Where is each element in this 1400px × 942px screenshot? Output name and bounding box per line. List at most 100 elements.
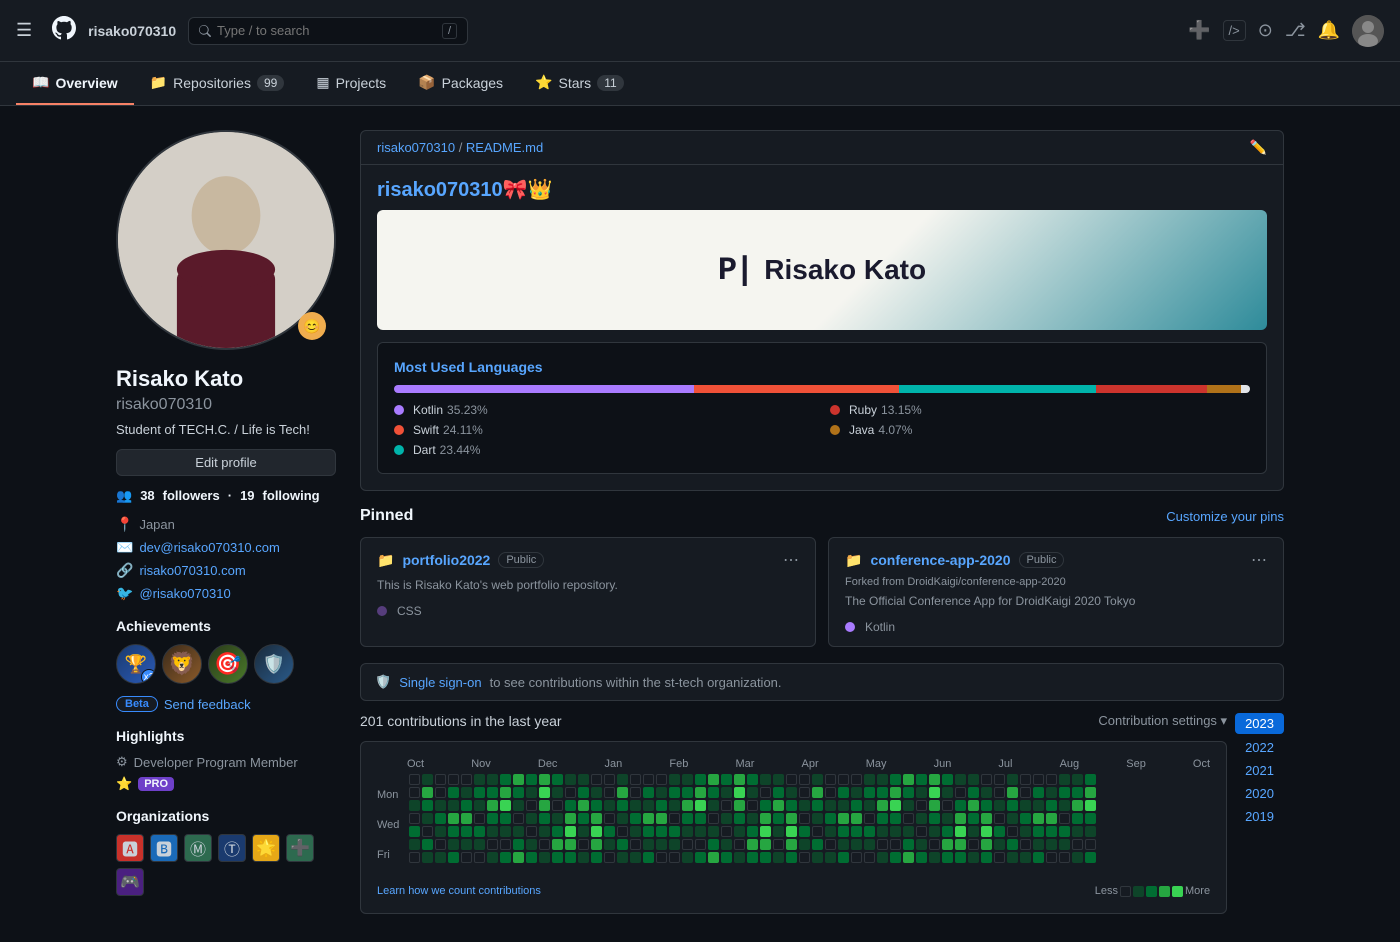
cell-18-2[interactable] bbox=[643, 800, 654, 811]
cell-36-6[interactable] bbox=[877, 852, 888, 863]
cell-31-5[interactable] bbox=[812, 839, 823, 850]
tab-packages[interactable]: 📦 Packages bbox=[402, 62, 519, 105]
cell-16-5[interactable] bbox=[617, 839, 628, 850]
cell-46-3[interactable] bbox=[1007, 813, 1018, 824]
cell-37-2[interactable] bbox=[890, 800, 901, 811]
cell-5-4[interactable] bbox=[474, 826, 485, 837]
org-3[interactable]: Ⓣ bbox=[218, 834, 246, 862]
cell-40-5[interactable] bbox=[929, 839, 940, 850]
cell-3-3[interactable] bbox=[448, 813, 459, 824]
cell-8-1[interactable] bbox=[513, 787, 524, 798]
cell-45-4[interactable] bbox=[994, 826, 1005, 837]
cell-8-2[interactable] bbox=[513, 800, 524, 811]
cell-23-1[interactable] bbox=[708, 787, 719, 798]
cell-33-4[interactable] bbox=[838, 826, 849, 837]
cell-22-0[interactable] bbox=[695, 774, 706, 785]
cell-35-4[interactable] bbox=[864, 826, 875, 837]
cell-52-2[interactable] bbox=[1085, 800, 1096, 811]
issue-icon[interactable]: ⊙ bbox=[1258, 20, 1273, 41]
cell-6-6[interactable] bbox=[487, 852, 498, 863]
cell-24-4[interactable] bbox=[721, 826, 732, 837]
cell-1-4[interactable] bbox=[422, 826, 433, 837]
cell-50-2[interactable] bbox=[1059, 800, 1070, 811]
cell-42-4[interactable] bbox=[955, 826, 966, 837]
cell-2-1[interactable] bbox=[435, 787, 446, 798]
cell-18-6[interactable] bbox=[643, 852, 654, 863]
cell-0-6[interactable] bbox=[409, 852, 420, 863]
cell-49-1[interactable] bbox=[1046, 787, 1057, 798]
cell-19-6[interactable] bbox=[656, 852, 667, 863]
cell-12-5[interactable] bbox=[565, 839, 576, 850]
cell-46-2[interactable] bbox=[1007, 800, 1018, 811]
learn-link[interactable]: Learn how we count contributions bbox=[377, 885, 541, 897]
cell-42-1[interactable] bbox=[955, 787, 966, 798]
cell-51-4[interactable] bbox=[1072, 826, 1083, 837]
cell-10-3[interactable] bbox=[539, 813, 550, 824]
cell-16-2[interactable] bbox=[617, 800, 628, 811]
cell-37-5[interactable] bbox=[890, 839, 901, 850]
cell-14-6[interactable] bbox=[591, 852, 602, 863]
cell-43-2[interactable] bbox=[968, 800, 979, 811]
cell-34-0[interactable] bbox=[851, 774, 862, 785]
cell-25-5[interactable] bbox=[734, 839, 745, 850]
cell-38-4[interactable] bbox=[903, 826, 914, 837]
cell-12-6[interactable] bbox=[565, 852, 576, 863]
cell-10-6[interactable] bbox=[539, 852, 550, 863]
cell-2-0[interactable] bbox=[435, 774, 446, 785]
cell-24-2[interactable] bbox=[721, 800, 732, 811]
cell-4-2[interactable] bbox=[461, 800, 472, 811]
website-text[interactable]: risako070310.com bbox=[139, 563, 245, 578]
cell-1-6[interactable] bbox=[422, 852, 433, 863]
cell-16-0[interactable] bbox=[617, 774, 628, 785]
cell-1-5[interactable] bbox=[422, 839, 433, 850]
cell-29-6[interactable] bbox=[786, 852, 797, 863]
cell-4-1[interactable] bbox=[461, 787, 472, 798]
cell-18-5[interactable] bbox=[643, 839, 654, 850]
cell-2-6[interactable] bbox=[435, 852, 446, 863]
cell-39-4[interactable] bbox=[916, 826, 927, 837]
readme-edit-icon[interactable]: ✏️ bbox=[1250, 139, 1267, 156]
hamburger-icon[interactable]: ☰ bbox=[16, 20, 32, 41]
cell-34-1[interactable] bbox=[851, 787, 862, 798]
cell-0-2[interactable] bbox=[409, 800, 420, 811]
cell-28-4[interactable] bbox=[773, 826, 784, 837]
achievement-1[interactable]: 🦁 bbox=[162, 644, 202, 684]
cell-13-6[interactable] bbox=[578, 852, 589, 863]
cell-26-5[interactable] bbox=[747, 839, 758, 850]
cell-38-5[interactable] bbox=[903, 839, 914, 850]
cell-50-6[interactable] bbox=[1059, 852, 1070, 863]
year-2019[interactable]: 2019 bbox=[1235, 807, 1284, 826]
cell-35-5[interactable] bbox=[864, 839, 875, 850]
cell-1-1[interactable] bbox=[422, 787, 433, 798]
cell-50-4[interactable] bbox=[1059, 826, 1070, 837]
cell-17-4[interactable] bbox=[630, 826, 641, 837]
cell-12-2[interactable] bbox=[565, 800, 576, 811]
cell-16-4[interactable] bbox=[617, 826, 628, 837]
cell-38-6[interactable] bbox=[903, 852, 914, 863]
cell-28-0[interactable] bbox=[773, 774, 784, 785]
org-4[interactable]: 🌟 bbox=[252, 834, 280, 862]
cell-12-3[interactable] bbox=[565, 813, 576, 824]
cell-39-5[interactable] bbox=[916, 839, 927, 850]
cell-24-6[interactable] bbox=[721, 852, 732, 863]
cell-18-1[interactable] bbox=[643, 787, 654, 798]
cell-4-6[interactable] bbox=[461, 852, 472, 863]
cell-45-0[interactable] bbox=[994, 774, 1005, 785]
cell-20-3[interactable] bbox=[669, 813, 680, 824]
twitter-text[interactable]: @risako070310 bbox=[139, 586, 230, 601]
cell-17-1[interactable] bbox=[630, 787, 641, 798]
signon-link[interactable]: Single sign-on bbox=[399, 675, 481, 690]
cell-10-4[interactable] bbox=[539, 826, 550, 837]
following-count[interactable]: 19 bbox=[240, 488, 254, 504]
cell-3-1[interactable] bbox=[448, 787, 459, 798]
year-2023[interactable]: 2023 bbox=[1235, 713, 1284, 734]
cell-6-3[interactable] bbox=[487, 813, 498, 824]
cell-34-2[interactable] bbox=[851, 800, 862, 811]
customize-pins-link[interactable]: Customize your pins bbox=[1166, 509, 1284, 524]
cell-18-3[interactable] bbox=[643, 813, 654, 824]
cell-16-3[interactable] bbox=[617, 813, 628, 824]
cell-27-6[interactable] bbox=[760, 852, 771, 863]
cell-42-6[interactable] bbox=[955, 852, 966, 863]
cell-29-1[interactable] bbox=[786, 787, 797, 798]
cell-47-0[interactable] bbox=[1020, 774, 1031, 785]
